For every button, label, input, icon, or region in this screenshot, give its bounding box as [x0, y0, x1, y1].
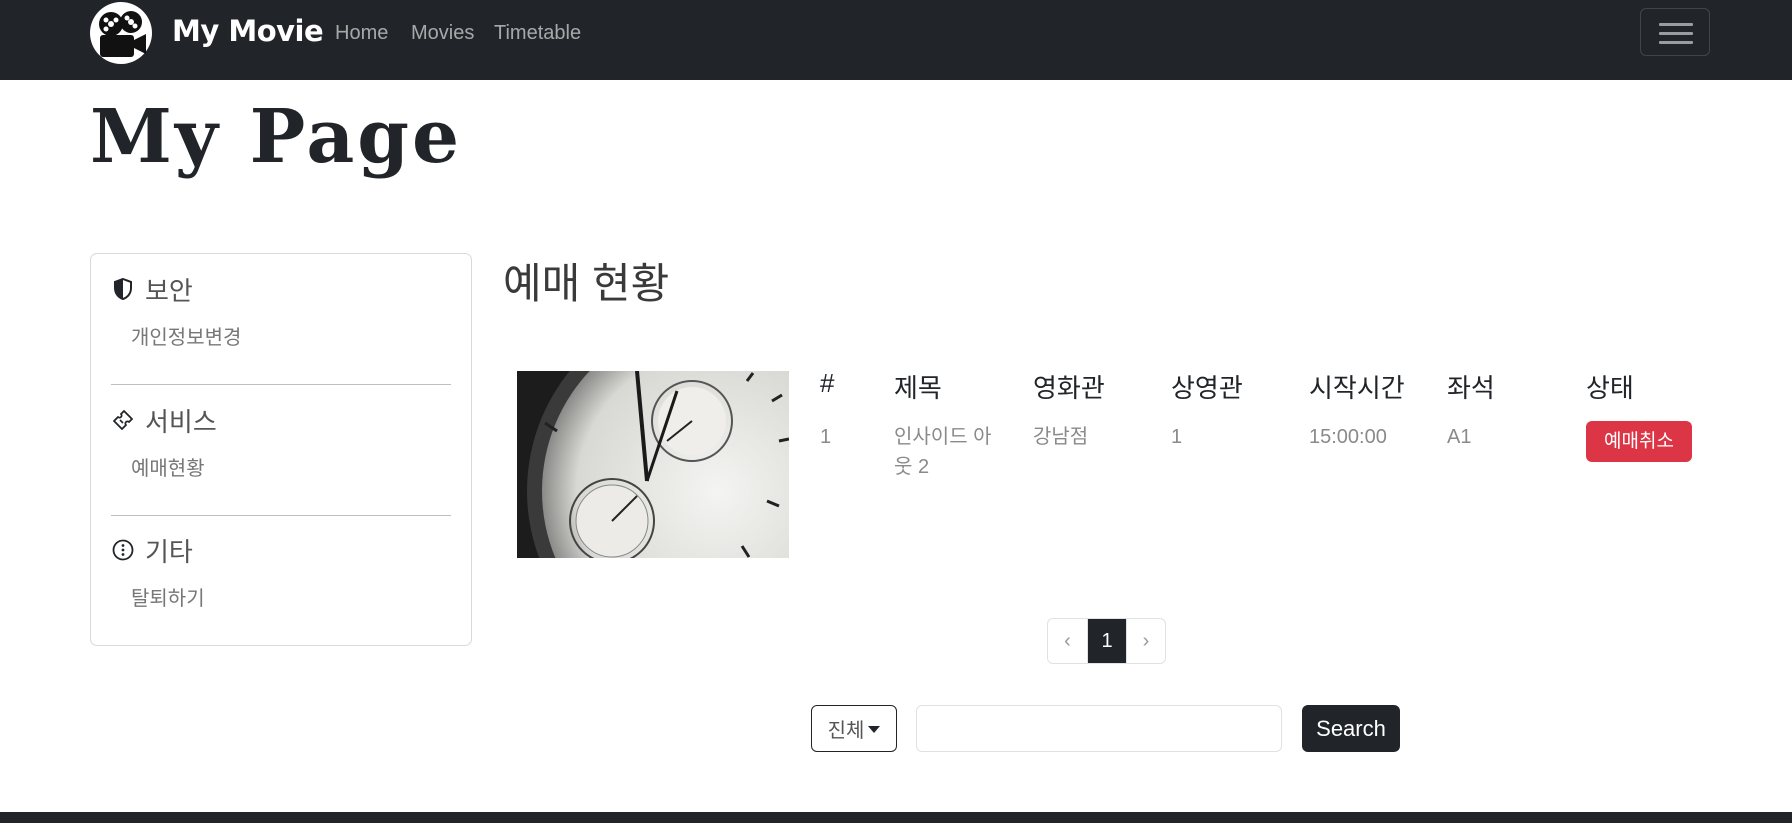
- pagination-page-button[interactable]: 1: [1087, 619, 1126, 663]
- shield-half-icon: [114, 277, 132, 301]
- table-cell-theater: 강남점: [1033, 426, 1089, 448]
- hamburger-icon: [1659, 23, 1693, 26]
- menu-toggle-button[interactable]: [1640, 8, 1710, 56]
- search-button[interactable]: Search: [1302, 705, 1400, 752]
- ticket-icon: [113, 410, 133, 430]
- pagination-prev-button[interactable]: ‹: [1048, 619, 1087, 663]
- table-header-seat: 좌석: [1447, 373, 1495, 403]
- section-title: 예매 현황: [503, 260, 670, 307]
- pagination-next-button[interactable]: ›: [1126, 619, 1165, 663]
- hamburger-icon-bar: [1659, 41, 1693, 44]
- nav-link-home[interactable]: Home: [335, 22, 388, 45]
- footer: [0, 812, 1792, 823]
- sidebar-divider: [111, 384, 451, 385]
- hamburger-icon-bar: [1659, 32, 1693, 35]
- page-title: My Page: [90, 94, 463, 180]
- table-header-start-time: 시작시간: [1309, 373, 1405, 403]
- table-header-theater: 영화관: [1033, 373, 1105, 403]
- table-cell-seat: A1: [1447, 426, 1472, 448]
- table-header-status: 상태: [1586, 373, 1634, 403]
- table-cell-screen: 1: [1171, 426, 1183, 448]
- sidebar-section-title: 보안: [145, 275, 193, 306]
- table-cell-start-time: 15:00:00: [1309, 426, 1387, 448]
- cancel-reservation-button[interactable]: 예매취소: [1586, 421, 1692, 462]
- search-input[interactable]: [916, 705, 1282, 752]
- table-header-number: #: [820, 368, 835, 398]
- search-filter-dropdown[interactable]: 진체: [811, 705, 897, 752]
- table-header-title: 제목: [894, 373, 942, 403]
- nav-link-timetable[interactable]: Timetable: [494, 22, 581, 45]
- movie-poster-image: [517, 371, 789, 558]
- table-cell-number: 1: [820, 426, 832, 448]
- sidebar: 보안 개인정보변경 서비스 예매현황 기타 탈퇴하기: [90, 253, 472, 646]
- sidebar-divider: [111, 515, 451, 516]
- sidebar-item-withdraw[interactable]: 탈퇴하기: [131, 582, 205, 611]
- table-cell-title: 인사이드 아웃 2: [894, 426, 992, 478]
- movie-camera-logo-icon[interactable]: [90, 2, 152, 64]
- sidebar-section-title: 서비스: [145, 406, 217, 437]
- table-header-screen: 상영관: [1171, 373, 1243, 403]
- info-circle-icon: [112, 539, 134, 561]
- sidebar-item-edit-profile[interactable]: 개인정보변경: [131, 321, 241, 350]
- search-filter-label: 진체: [827, 720, 865, 742]
- nav-link-movies[interactable]: Movies: [411, 22, 474, 45]
- caret-down-icon: [868, 726, 881, 733]
- pagination: ‹ 1 ›: [1047, 618, 1166, 664]
- brand-name[interactable]: My Movie: [172, 14, 324, 48]
- navbar: My Movie Home Movies Timetable: [0, 0, 1792, 80]
- sidebar-item-reservations[interactable]: 예매현황: [131, 452, 205, 481]
- sidebar-section-title: 기타: [145, 536, 193, 567]
